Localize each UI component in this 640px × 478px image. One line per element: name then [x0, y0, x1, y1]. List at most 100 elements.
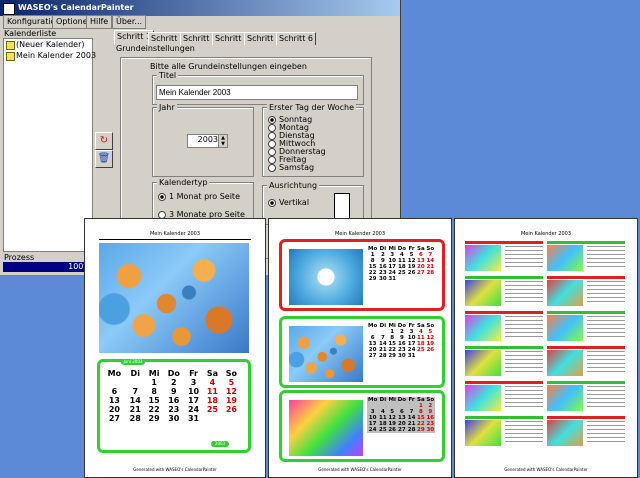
day-cell	[416, 353, 425, 359]
thumb-header	[465, 241, 543, 244]
day-cell: 16	[168, 396, 180, 405]
thumb-image	[547, 280, 583, 306]
day-cell: 31	[407, 353, 416, 359]
tab-schritt-6[interactable]: Schritt 6	[276, 32, 316, 45]
radio-label: Vertikal	[279, 198, 310, 207]
day-cell: 19	[225, 396, 237, 405]
list-item-label: Mein Kalender 2003	[16, 51, 97, 60]
page-footer: Generated with WASEO's CalendarPainter	[318, 467, 402, 472]
day-cell: 2	[171, 378, 177, 387]
year-stepper[interactable]: ▲ ▼	[218, 134, 228, 148]
radio-samstag[interactable]: Samstag	[268, 163, 314, 172]
day-cell: 23	[168, 405, 180, 414]
title-label: Titel	[157, 71, 179, 80]
day-cell: 30	[168, 414, 180, 423]
weekday-header: Fr	[408, 397, 415, 403]
thumb-image	[465, 350, 501, 376]
orientation-label: Ausrichtung	[267, 181, 320, 190]
month-calendar: Mo Di Mi Do Fr Sa So 1 2 3 4 5 6 7 8 9 10 11 12 13 14 15 16 17 1…	[367, 397, 435, 433]
weekday-header: So	[225, 369, 238, 378]
thumb-image	[465, 420, 501, 446]
calendar-icon	[6, 41, 15, 50]
thumb-calendar	[505, 351, 543, 375]
day-cell: 8	[151, 387, 157, 396]
calendar-list[interactable]: (Neuer Kalender) Mein Kalender 2003	[3, 38, 96, 252]
calendar-list-label: Kalenderliste	[4, 29, 57, 38]
day-cell: 31	[388, 276, 396, 282]
orientation-preview	[334, 193, 350, 221]
thumb-calendar	[587, 316, 625, 340]
day-cell: 3	[190, 378, 197, 387]
day-cell: 10	[187, 387, 200, 396]
menu-bar: Konfiguration Optionen Hilfe Über...	[0, 14, 400, 29]
day-cell: 28	[379, 353, 387, 359]
menu-about[interactable]: Über...	[112, 15, 147, 29]
preview-page-1: Mein Kalender 2003 Juni 2003 2003 Mo Di Mi…	[84, 218, 266, 478]
thumb-calendar	[505, 281, 543, 305]
list-item-new-calendar[interactable]: (Neuer Kalender)	[4, 39, 92, 50]
weekday-header: Mi	[148, 369, 160, 378]
weekday-header: Sa	[206, 369, 218, 378]
day-cell: 5	[228, 378, 235, 387]
month-pill: Juni 2003	[121, 359, 145, 365]
day-cell: 30	[426, 427, 435, 433]
day-cell	[397, 276, 407, 282]
day-cell: 31	[187, 414, 200, 423]
day-cell: 13	[108, 396, 120, 405]
thumb-header	[547, 416, 625, 419]
day-cell: 28	[407, 427, 416, 433]
page-title: Mein Kalender 2003	[334, 231, 386, 237]
list-item-my-calendar[interactable]: Mein Kalender 2003	[4, 50, 96, 61]
day-cell: 12	[225, 387, 237, 396]
year-overview	[465, 241, 627, 451]
thumb-calendar	[505, 246, 543, 270]
thumb-header	[465, 311, 543, 314]
day-cell: 25	[398, 270, 406, 276]
preview-page-3: Mein Kalender 2003 Generated with WASEO'…	[454, 218, 638, 478]
thumb-image	[465, 245, 501, 271]
list-item-label: (Neuer Kalender)	[16, 40, 85, 49]
menu-hilfe[interactable]: Hilfe	[86, 15, 113, 29]
thumb-image	[465, 385, 501, 411]
delete-icon[interactable]: 🗑	[95, 150, 113, 168]
divider	[99, 239, 251, 240]
refresh-icon[interactable]: ↻	[95, 132, 113, 150]
day-cell: 25	[417, 347, 425, 353]
page-footer: Generated with WASEO's CalendarPainter	[504, 467, 588, 472]
year-input[interactable]: 2003	[187, 134, 221, 148]
day-cell: 27	[368, 353, 377, 359]
day-cell	[416, 276, 425, 282]
water-image	[289, 249, 363, 305]
day-cell	[222, 414, 241, 423]
day-cell: 27	[398, 427, 406, 433]
day-cell: 14	[129, 396, 141, 405]
day-cell	[407, 276, 416, 282]
weekday-header: Di	[130, 369, 140, 378]
day-cell: 1	[151, 378, 157, 387]
day-cell: 15	[148, 396, 160, 405]
day-cell: 7	[132, 387, 139, 396]
year-pill: 2003	[211, 441, 229, 447]
thumb-calendar	[587, 421, 625, 445]
day-cell: 26	[388, 427, 396, 433]
radio-label: Samstag	[279, 163, 315, 172]
day-cell: 28	[426, 270, 435, 276]
month-calendar: Mo Di Mi Do Fr Sa So 1 2 3 4 5 6 7 8 9 10 11 12 13 14 15 16 17 1…	[103, 369, 241, 423]
thumb-header	[465, 416, 543, 419]
weekday-header: Do	[167, 369, 180, 378]
day-cell: 9	[171, 387, 177, 396]
radio-vertikal[interactable]: Vertikal	[268, 198, 309, 207]
thumb-calendar	[587, 351, 625, 375]
day-cell	[426, 276, 435, 282]
thumb-calendar	[587, 386, 625, 410]
thumb-header	[547, 311, 625, 314]
day-cell: 22	[148, 405, 160, 414]
weekday-header: Mo	[367, 323, 378, 329]
progress-bar: 100%	[3, 262, 95, 272]
day-cell: 24	[368, 427, 377, 433]
day-cell: 24	[187, 405, 200, 414]
thumb-image	[547, 385, 583, 411]
thumb-image	[547, 420, 583, 446]
title-input[interactable]	[156, 85, 358, 100]
radio-1-month[interactable]: 1 Monat pro Seite	[158, 192, 240, 201]
